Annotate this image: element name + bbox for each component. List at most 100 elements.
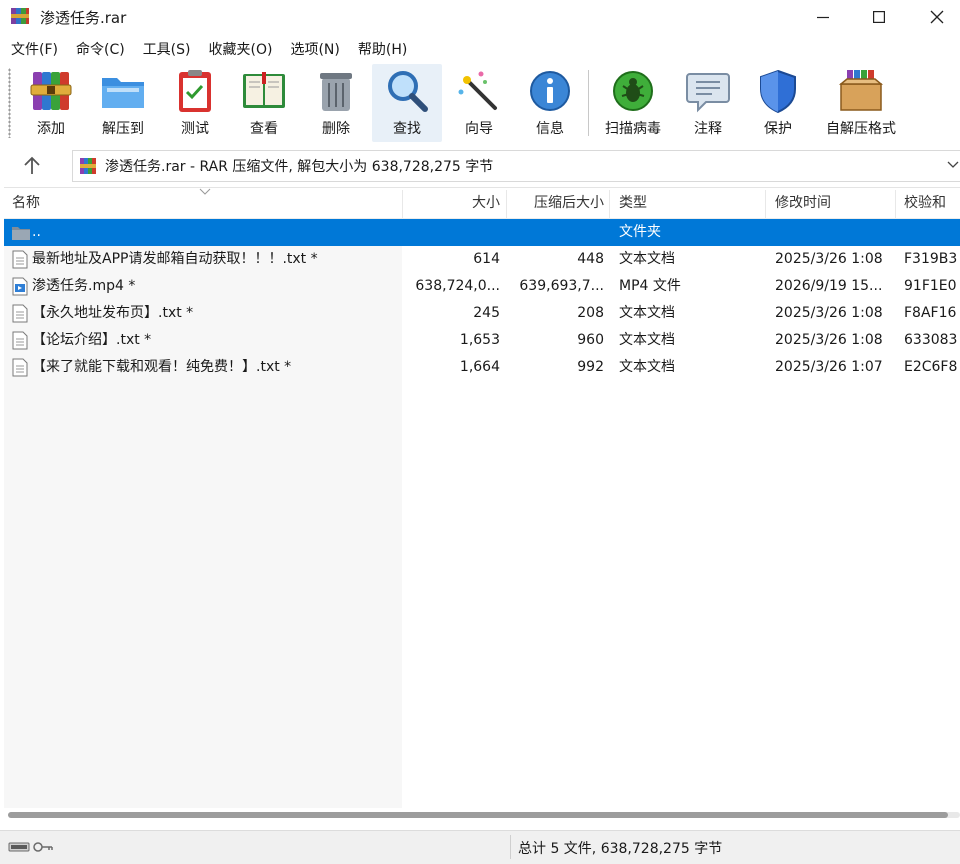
magnifier-icon: [388, 71, 428, 112]
extract-to-button[interactable]: 解压到: [92, 64, 154, 142]
column-crc[interactable]: 校验和: [904, 188, 960, 218]
maximize-icon: [873, 11, 885, 23]
test-label: 测试: [181, 121, 209, 137]
column-packed[interactable]: 压缩后大小: [510, 188, 604, 218]
minimize-icon: [817, 16, 829, 19]
comment-button[interactable]: 注释: [682, 64, 734, 142]
column-separator[interactable]: [765, 190, 766, 218]
up-arrow-icon[interactable]: [20, 154, 44, 178]
status-bar: 总计 5 文件, 638,728,275 字节: [0, 830, 960, 864]
virus-scan-icon: [613, 71, 653, 111]
list-item[interactable]: 渗透任务.mp4 * 638,724,0... 639,693,7... MP4…: [4, 273, 960, 300]
drive-key-icon[interactable]: [8, 840, 54, 854]
column-separator[interactable]: [609, 190, 610, 218]
shield-icon: [760, 69, 796, 114]
find-button[interactable]: 查找: [372, 64, 442, 142]
maximize-button[interactable]: [850, 0, 908, 34]
menu-tools[interactable]: 工具(S): [143, 36, 191, 60]
file-size: 614: [473, 251, 500, 267]
find-label: 查找: [393, 121, 421, 137]
list-item[interactable]: 【永久地址发布页】.txt * 245 208 文本文档 2025/3/26 1…: [4, 300, 960, 327]
file-type: 文本文档: [619, 305, 675, 321]
file-crc: F319B3: [904, 251, 958, 267]
winrar-icon: [11, 8, 29, 24]
add-label: 添加: [37, 121, 65, 137]
file-crc: E2C6F8: [904, 359, 958, 375]
trash-can-icon: [320, 73, 352, 111]
test-button[interactable]: 测试: [166, 64, 224, 142]
column-type[interactable]: 类型: [619, 188, 759, 218]
file-modified: 2025/3/26 1:08: [775, 332, 883, 348]
file-packed-size: 992: [577, 359, 604, 375]
menu-commands[interactable]: 命令(C): [76, 36, 125, 60]
close-button[interactable]: [908, 0, 960, 34]
file-name: ..: [32, 224, 41, 240]
magic-wand-icon: [458, 71, 497, 110]
file-modified: 2025/3/26 1:07: [775, 359, 883, 375]
status-separator: [510, 835, 511, 859]
column-separator[interactable]: [506, 190, 507, 218]
scan-virus-button[interactable]: 扫描病毒: [598, 64, 668, 142]
wizard-button[interactable]: 向导: [452, 64, 506, 142]
column-separator[interactable]: [402, 190, 403, 218]
list-item-parent-folder[interactable]: .. 文件夹: [4, 219, 960, 246]
file-packed-size: 208: [577, 305, 604, 321]
extract-to-label: 解压到: [102, 121, 144, 137]
file-type: 文本文档: [619, 251, 675, 267]
status-summary: 总计 5 文件, 638,728,275 字节: [518, 841, 723, 857]
info-button[interactable]: 信息: [522, 64, 578, 142]
menu-options[interactable]: 选项(N): [290, 36, 339, 60]
horizontal-scrollbar[interactable]: [8, 812, 960, 818]
list-item[interactable]: 【来了就能下载和观看！纯免费！】.txt * 1,664 992 文本文档 20…: [4, 354, 960, 381]
file-type: 文本文档: [619, 359, 675, 375]
text-file-icon: [12, 250, 28, 269]
info-label: 信息: [536, 121, 564, 137]
sfx-box-icon: [838, 70, 884, 111]
file-size: 638,724,0...: [415, 278, 500, 294]
minimize-button[interactable]: [794, 0, 852, 34]
sfx-button[interactable]: 自解压格式: [818, 64, 904, 142]
file-name: 最新地址及APP请发邮箱自动获取！！！.txt *: [32, 251, 318, 267]
menu-bar: 文件(F) 命令(C) 工具(S) 收藏夹(O) 选项(N) 帮助(H): [0, 36, 960, 60]
column-header: 名称 大小 压缩后大小 类型 修改时间 校验和: [4, 188, 960, 219]
menu-favorites[interactable]: 收藏夹(O): [209, 36, 273, 60]
comment-icon: [686, 73, 730, 113]
view-button[interactable]: 查看: [234, 64, 294, 142]
address-path: 渗透任务.rar - RAR 压缩文件, 解包大小为 638,728,275 字…: [105, 159, 494, 175]
wizard-label: 向导: [465, 121, 493, 137]
delete-button[interactable]: 删除: [308, 64, 364, 142]
list-item[interactable]: 【论坛介绍】.txt * 1,653 960 文本文档 2025/3/26 1:…: [4, 327, 960, 354]
text-file-icon: [12, 331, 28, 350]
close-icon: [930, 10, 944, 24]
info-icon: [530, 71, 570, 111]
menu-file[interactable]: 文件(F): [11, 36, 58, 60]
file-modified: 2026/9/19 15...: [775, 278, 883, 294]
text-file-icon: [12, 304, 28, 323]
menu-help[interactable]: 帮助(H): [358, 36, 407, 60]
file-crc: 633083: [904, 332, 958, 348]
list-item[interactable]: 最新地址及APP请发邮箱自动获取！！！.txt * 614 448 文本文档 2…: [4, 246, 960, 273]
add-archive-icon: [30, 72, 72, 110]
chevron-down-icon[interactable]: [947, 160, 959, 170]
column-modified[interactable]: 修改时间: [775, 188, 893, 218]
text-file-icon: [12, 358, 28, 377]
file-modified: 2025/3/26 1:08: [775, 251, 883, 267]
file-name: 渗透任务.mp4 *: [32, 278, 136, 294]
file-size: 1,664: [459, 359, 500, 375]
window-title: 渗透任务.rar: [40, 9, 127, 27]
add-button[interactable]: 添加: [22, 64, 80, 142]
address-bar[interactable]: 渗透任务.rar - RAR 压缩文件, 解包大小为 638,728,275 字…: [72, 150, 960, 182]
file-packed-size: 960: [577, 332, 604, 348]
scrollbar-thumb[interactable]: [8, 812, 948, 818]
file-packed-size: 639,693,7...: [519, 278, 604, 294]
protect-button[interactable]: 保护: [752, 64, 804, 142]
extract-folder-icon: [102, 78, 144, 108]
file-name: 【来了就能下载和观看！纯免费！】.txt *: [32, 359, 292, 375]
file-modified: 2025/3/26 1:08: [775, 305, 883, 321]
delete-label: 删除: [322, 121, 350, 137]
toolbar-separator: [588, 70, 589, 136]
toolbar-grip[interactable]: [8, 68, 11, 138]
column-size[interactable]: 大小: [404, 188, 500, 218]
column-separator[interactable]: [895, 190, 896, 218]
protect-label: 保护: [764, 121, 792, 137]
